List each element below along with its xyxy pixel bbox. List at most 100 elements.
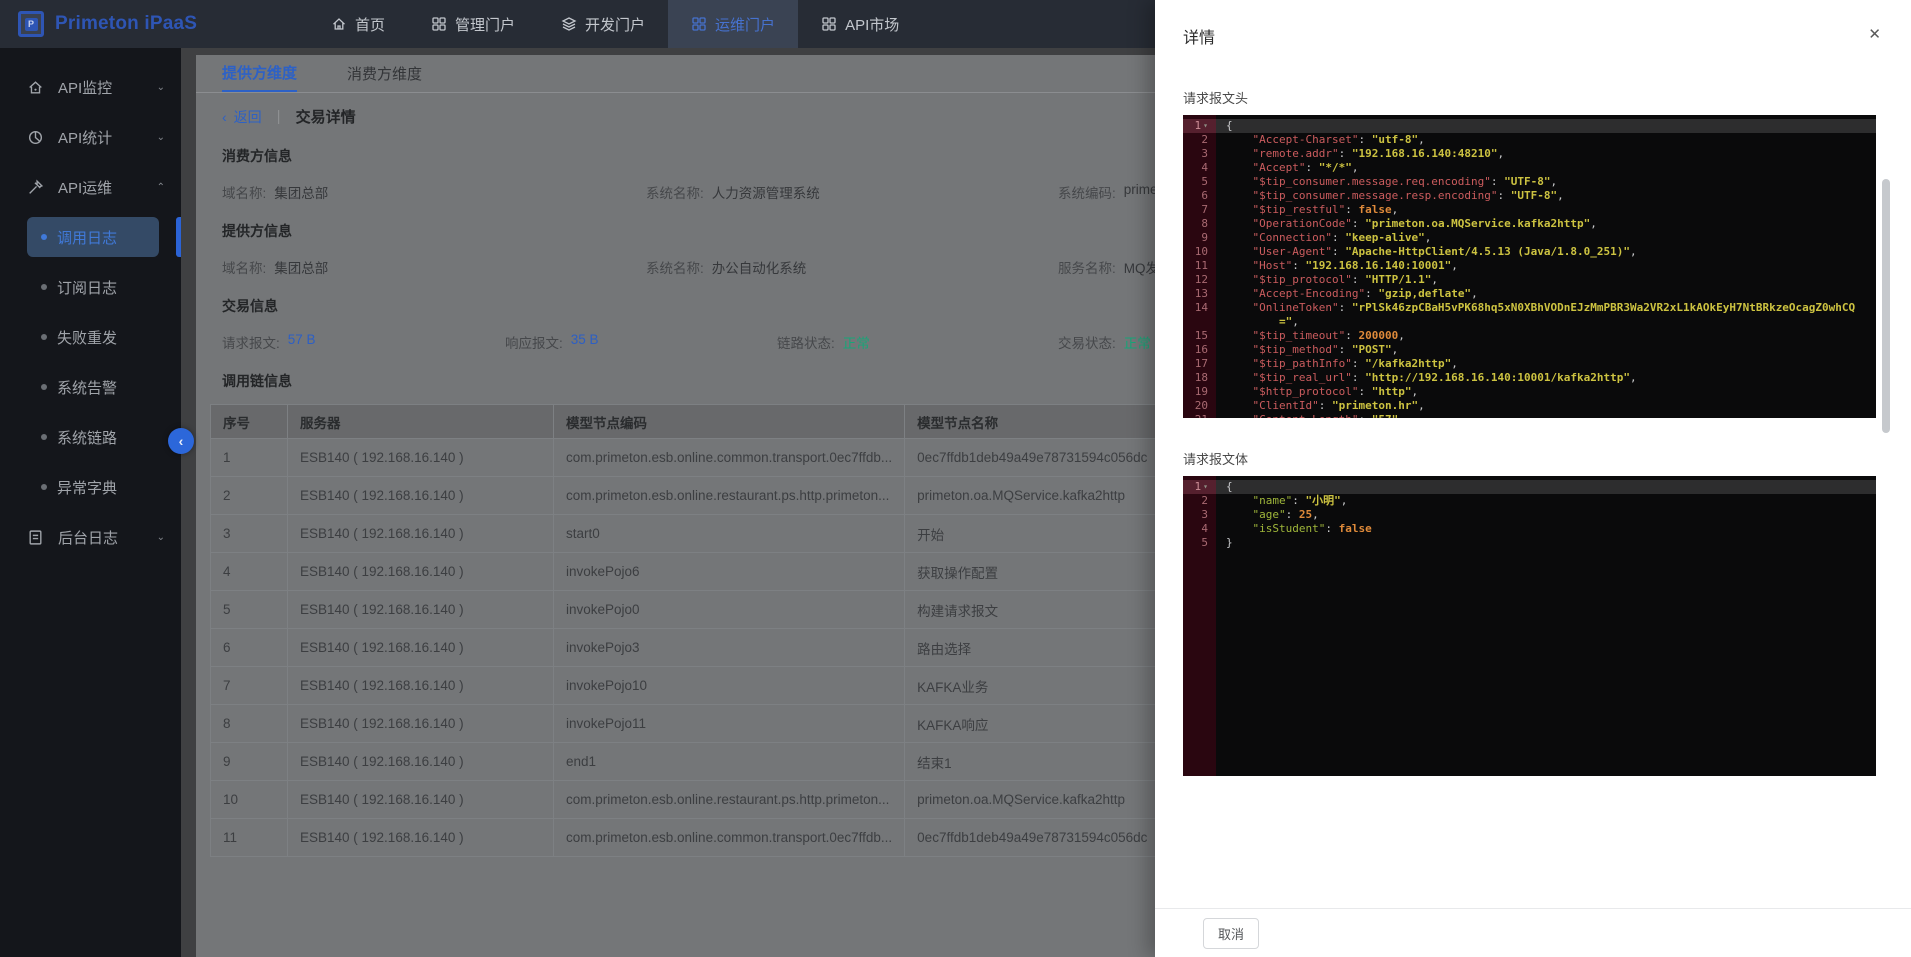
line-number: 15 [1183,329,1216,343]
back-button[interactable]: ‹ 返回 [222,107,262,127]
line-number: 21 [1183,413,1216,418]
line-number: 10 [1183,245,1216,259]
code-line: 3 "age": 25, [1183,508,1876,522]
nav-item-label: API市场 [845,14,899,35]
code-line: 4 "Accept": "*/*", [1183,161,1876,175]
layers-icon [561,16,577,32]
field-value: 办公自动化系统 [712,257,807,277]
sidebar-item-inner: 系统告警 [27,367,131,407]
code-text: { [1216,480,1876,494]
cell: ESB140 ( 192.168.16.140 ) [288,591,554,629]
code-line: 8 "OperationCode": "primeton.oa.MQServic… [1183,217,1876,231]
cell: 10 [211,781,288,819]
line-number: 11 [1183,259,1216,273]
nav-item-首页[interactable]: 首页 [308,0,408,48]
sidebar-group-API统计[interactable]: API统计⌄ [0,112,181,162]
sidebar-item-inner: 系统链路 [27,417,131,457]
cell: 8 [211,705,288,743]
code-line: 11 "Host": "192.168.16.140:10001", [1183,259,1876,273]
cancel-button[interactable]: 取消 [1203,918,1259,949]
sidebar-item-label: 系统告警 [57,377,117,398]
field-value[interactable]: 57 B [288,332,316,352]
brand-name: Primeton iPaaS [55,13,197,35]
cell: com.primeton.esb.online.common.transport… [554,819,905,857]
nav-item-label: 运维门户 [715,14,775,35]
field-value[interactable]: 35 B [571,332,599,352]
cell: invokePojo3 [554,629,905,667]
code-text: "$tip_protocol": "HTTP/1.1", [1216,273,1876,287]
chevron-up-icon: ⌃ [157,182,165,193]
code-line: 14 "OnlineToken": "rPlSk46zpCBaH5vPK68hq… [1183,301,1876,315]
code-line: 9 "Connection": "keep-alive", [1183,231,1876,245]
cell: 11 [211,819,288,857]
sidebar-group-API运维[interactable]: API运维⌃ [0,162,181,212]
cell: ESB140 ( 192.168.16.140 ) [288,515,554,553]
request-body-editor[interactable]: 1▾{2 "name": "小明",3 "age": 25,4 "isStude… [1183,476,1876,776]
code-text: "$tip_consumer.message.req.encoding": "U… [1216,175,1876,189]
line-number: 9 [1183,231,1216,245]
code-text: "Content-Length": "57", [1216,413,1876,418]
code-line: 20 "ClientId": "primeton.hr", [1183,399,1876,413]
nav-item-API市场[interactable]: API市场 [798,0,922,48]
grid-icon [431,16,447,32]
code-line: 15 "$tip_timeout": 200000, [1183,329,1876,343]
sidebar-item-系统链路[interactable]: 系统链路 [0,412,181,462]
code-text: "$tip_method": "POST", [1216,343,1876,357]
fold-arrow-icon[interactable]: ▾ [1203,121,1208,130]
nav-item-开发门户[interactable]: 开发门户 [538,0,668,48]
nav-item-管理门户[interactable]: 管理门户 [408,0,538,48]
cell: com.primeton.esb.online.common.transport… [554,439,905,477]
field-label: 系统名称: [646,257,704,277]
sidebar-group-label: 后台日志 [58,527,157,548]
sidebar-group-API监控[interactable]: API监控⌄ [0,62,181,112]
sidebar-item-调用日志[interactable]: 调用日志 [0,212,181,262]
request-header-editor[interactable]: 1▾{2 "Accept-Charset": "utf-8",3 "remote… [1183,115,1876,418]
line-number: 5 [1183,175,1216,189]
field-value: 正常 [1124,332,1151,352]
cell: invokePojo6 [554,553,905,591]
code-text: "Accept-Encoding": "gzip,deflate", [1216,287,1876,301]
active-indicator-bar [176,217,181,257]
sidebar-item-inner: 失败重发 [27,317,131,357]
sidebar-collapse-button[interactable]: ‹ [168,428,194,454]
nav-item-label: 首页 [355,14,385,35]
code-line: 3 "remote.addr": "192.168.16.140:48210", [1183,147,1876,161]
cell: ESB140 ( 192.168.16.140 ) [288,477,554,515]
code-line: 17 "$tip_pathInfo": "/kafka2http", [1183,357,1876,371]
nav-item-运维门户[interactable]: 运维门户 [668,0,798,48]
field-label: 服务名称: [1058,257,1116,277]
code-text: "Connection": "keep-alive", [1216,231,1876,245]
close-icon[interactable]: ✕ [1868,27,1881,42]
sidebar-item-失败重发[interactable]: 失败重发 [0,312,181,362]
code-line: 19 "$http_protocol": "http", [1183,385,1876,399]
logo-letter: P [25,18,38,31]
sidebar-group-后台日志[interactable]: 后台日志⌄ [0,512,181,562]
line-number: 6 [1183,189,1216,203]
code-text: "OperationCode": "primeton.oa.MQService.… [1216,217,1876,231]
line-number: 18 [1183,371,1216,385]
sidebar-item-异常字典[interactable]: 异常字典 [0,462,181,512]
cell: com.primeton.esb.online.restaurant.ps.ht… [554,477,905,515]
chevron-left-icon: ‹ [222,109,227,125]
sidebar: API监控⌄API统计⌄API运维⌃ 调用日志订阅日志失败重发系统告警系统链路异常… [0,48,181,957]
nav-item-label: 管理门户 [455,14,515,35]
chevron-down-icon: ⌄ [157,82,165,93]
drawer-footer: 取消 [1155,908,1911,957]
code-line: 13 "Accept-Encoding": "gzip,deflate", [1183,287,1876,301]
code-text: =", [1216,315,1876,329]
tab-提供方维度[interactable]: 提供方维度 [222,55,297,92]
field-label: 响应报文: [505,332,563,352]
code-text: "$tip_pathInfo": "/kafka2http", [1216,357,1876,371]
field-域名称: 域名称:集团总部 [222,182,646,202]
line-number: 7 [1183,203,1216,217]
line-number: 2 [1183,494,1216,508]
tab-消费方维度[interactable]: 消费方维度 [347,55,422,92]
sidebar-item-inner: 调用日志 [27,217,159,257]
code-line: 5 "$tip_consumer.message.req.encoding": … [1183,175,1876,189]
fold-arrow-icon[interactable]: ▾ [1203,482,1208,491]
scrollbar-thumb[interactable] [1882,179,1890,433]
sidebar-item-系统告警[interactable]: 系统告警 [0,362,181,412]
sidebar-item-订阅日志[interactable]: 订阅日志 [0,262,181,312]
field-label: 域名称: [222,182,266,202]
bullet-dot-icon [41,434,47,440]
